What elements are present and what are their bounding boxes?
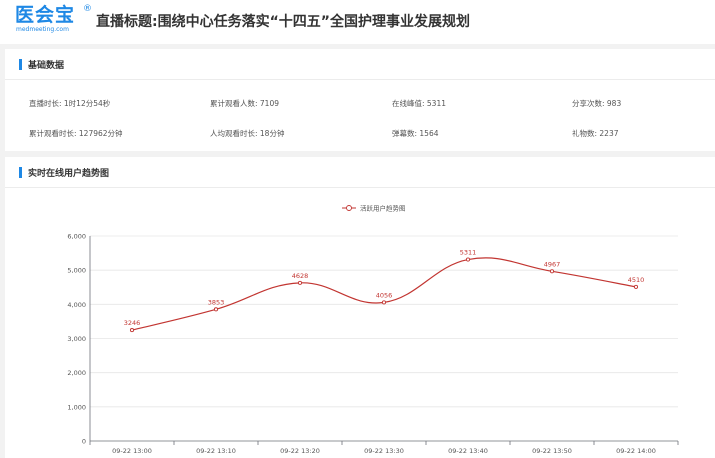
y-tick-label: 1,000 [67,403,86,411]
stat-duration: 直播时长: 1时12分54秒 [29,99,111,108]
data-point [297,280,303,285]
y-tick-label: 4,000 [67,301,86,309]
y-tick-label: 5,000 [67,267,86,275]
logo-domain: medmeeting.com [16,26,69,33]
data-point [549,269,555,274]
y-tick-label: 3,000 [67,335,86,343]
stat-gifts: 礼物数: 2237 [572,129,619,138]
online-users-trend-chart: 0 1,000 2,000 3,000 4,000 5,000 6,000 09-22 13:… [67,204,679,455]
page-header: 医会宝 ® medmeeting.com 直播标题:围绕中心任务落实“十四五”全… [0,0,715,44]
y-tick-label: 2,000 [67,369,86,377]
legend-marker [346,205,352,211]
section-title: 基础数据 [28,61,65,71]
section-header: 实时在线用户趋势图 [5,157,715,188]
stat-total-watch-time: 累计观看时长: 127962分钟 [29,129,123,138]
data-point [633,284,639,289]
x-tick-label: 09-22 13:30 [364,447,404,455]
basic-data-card: 基础数据 直播时长: 1时12分54秒 累计观看人数: 7109 在线峰值: 5… [5,49,715,151]
data-point [213,307,219,312]
y-tick-label: 0 [82,438,86,446]
data-point [129,328,135,333]
logo[interactable]: 医会宝 ® medmeeting.com [15,4,92,34]
stat-shares: 分享次数: 983 [572,99,622,108]
stat-danmaku: 弹幕数: 1564 [392,129,439,138]
x-tick-label: 09-22 13:10 [196,447,236,455]
logo-registered-mark: ® [83,4,92,14]
data-label: 3853 [208,298,225,306]
x-tick-label: 09-22 13:00 [112,447,152,455]
data-label: 5311 [460,249,477,257]
section-header: 基础数据 [5,49,715,80]
stat-avg-watch-time: 人均观看时长: 18分钟 [210,129,285,138]
legend-label: 活跃用户趋势图 [360,204,406,213]
section-accent-bar [19,167,22,178]
data-label: 4628 [292,272,309,280]
x-tick-label: 09-22 13:40 [448,447,488,455]
stat-online-peak: 在线峰值: 5311 [392,99,446,108]
data-label: 4967 [544,260,561,268]
y-tick-label: 6,000 [67,233,86,241]
page-title: 直播标题:围绕中心任务落实“十四五”全国护理事业发展规划 [96,14,470,30]
trend-card: 实时在线用户趋势图 0 1,000 2,000 3,000 4,000 5,000 6,00… [5,157,715,458]
data-label: 3246 [124,319,141,327]
stat-total-viewers: 累计观看人数: 7109 [210,99,279,108]
x-tick-label: 09-22 14:00 [616,447,656,455]
data-label: 4510 [628,276,645,284]
data-point [465,257,471,262]
data-point [381,300,387,305]
data-label: 4056 [376,291,393,299]
x-tick-label: 09-22 13:50 [532,447,572,455]
logo-text: 医会宝 [15,4,76,26]
section-accent-bar [19,59,22,70]
section-title: 实时在线用户趋势图 [28,169,110,179]
x-tick-label: 09-22 13:20 [280,447,320,455]
